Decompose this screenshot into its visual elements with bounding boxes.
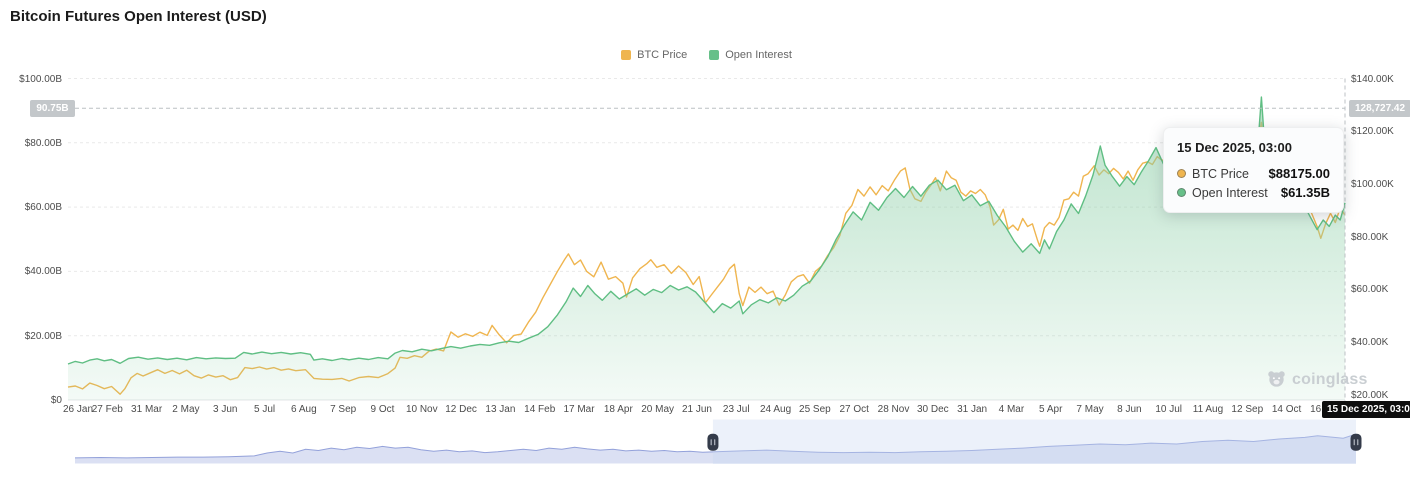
y-right-tick-label: $120.00K [1351,126,1394,137]
x-tick-label: 7 Sep [330,404,356,415]
tooltip-value: $61.35B [1281,185,1330,200]
btc-price-dot-icon [1177,169,1186,178]
y-right-tick-label: $100.00K [1351,179,1394,190]
x-tick-label: 10 Nov [406,404,438,415]
x-tick-label: 5 Jul [254,404,275,415]
coinglass-watermark: coinglass [1266,369,1368,390]
tooltip-row-btc-price: BTC Price $88175.00 [1177,166,1330,181]
x-tick-label: 2 May [172,404,199,415]
x-tick-label: 5 Apr [1039,404,1062,415]
x-tick-label: 8 Jun [1117,404,1141,415]
legend-item-btc-price[interactable]: BTC Price [621,49,687,61]
page-title: Bitcoin Futures Open Interest (USD) [10,8,267,25]
crosshair-left-axis-pill: 90.75B [30,100,75,117]
x-tick-label: 11 Aug [1193,404,1223,415]
x-tick-label: 4 Mar [999,404,1025,415]
x-tick-label: 3 Jun [213,404,237,415]
legend-label-btc-price: BTC Price [637,49,687,61]
y-right-tick-label: $60.00K [1351,284,1388,295]
y-left-tick-label: $80.00B [0,138,62,149]
open-interest-dot-icon [1177,188,1186,197]
x-tick-label: 13 Jan [485,404,515,415]
y-right-tick-label: $80.00K [1351,232,1388,243]
chart-tooltip: 15 Dec 2025, 03:00 BTC Price $88175.00 O… [1163,127,1344,213]
x-tick-label: 23 Jul [723,404,750,415]
navigator-right-handle[interactable] [1351,434,1362,451]
tooltip-label: BTC Price [1192,167,1263,181]
x-tick-label: 20 May [641,404,674,415]
tooltip-value: $88175.00 [1269,166,1330,181]
y-left-tick-label: $40.00B [0,266,62,277]
x-tick-label: 12 Sep [1231,404,1263,415]
y-right-tick-label: $140.00K [1351,74,1394,85]
x-tick-label: 30 Dec [917,404,949,415]
x-tick-label: 10 Jul [1155,404,1182,415]
coinglass-bear-icon [1266,369,1287,390]
watermark-label: coinglass [1292,371,1368,389]
y-left-tick-label: $20.00B [0,331,62,342]
btc-price-swatch-icon [621,50,631,60]
x-tick-label: 28 Nov [878,404,910,415]
x-tick-label: 24 Aug [760,404,791,415]
x-tick-label: 9 Oct [371,404,395,415]
y-left-tick-label: $100.00B [0,74,62,85]
legend-label-open-interest: Open Interest [725,49,792,61]
legend-item-open-interest[interactable]: Open Interest [709,49,792,61]
x-tick-label: 7 May [1076,404,1103,415]
crosshair-right-axis-pill: 128,727.42 [1349,100,1410,117]
tooltip-label: Open Interest [1192,186,1275,200]
x-tick-label: 14 Oct [1272,404,1301,415]
x-tick-label: 18 Apr [604,404,633,415]
x-tick-label: 31 Mar [131,404,162,415]
tooltip-row-open-interest: Open Interest $61.35B [1177,185,1330,200]
x-tick-label: 17 Mar [563,404,594,415]
tooltip-date: 15 Dec 2025, 03:00 [1177,140,1330,155]
y-right-tick-label: $20.00K [1351,390,1388,401]
y-left-tick-label: $0 [0,395,62,406]
x-tick-label: 26 Jan [63,404,93,415]
open-interest-swatch-icon [709,50,719,60]
x-tick-label: 25 Sep [799,404,831,415]
chart-legend: BTC Price Open Interest [68,49,1345,61]
x-tick-label: 27 Oct [839,404,868,415]
y-right-tick-label: $40.00K [1351,337,1388,348]
navigator-selected-range[interactable] [713,420,1356,465]
x-tick-label: 27 Feb [92,404,123,415]
x-tick-label: 14 Feb [524,404,555,415]
y-left-tick-label: $60.00B [0,202,62,213]
x-tick-label: 6 Aug [291,404,317,415]
x-tick-label: 21 Jun [682,404,712,415]
crosshair-date-pill: 15 Dec 2025, 03:00 [1322,401,1410,418]
x-tick-label: 12 Dec [445,404,477,415]
navigator-left-handle[interactable] [707,434,718,451]
x-tick-label: 31 Jan [957,404,987,415]
